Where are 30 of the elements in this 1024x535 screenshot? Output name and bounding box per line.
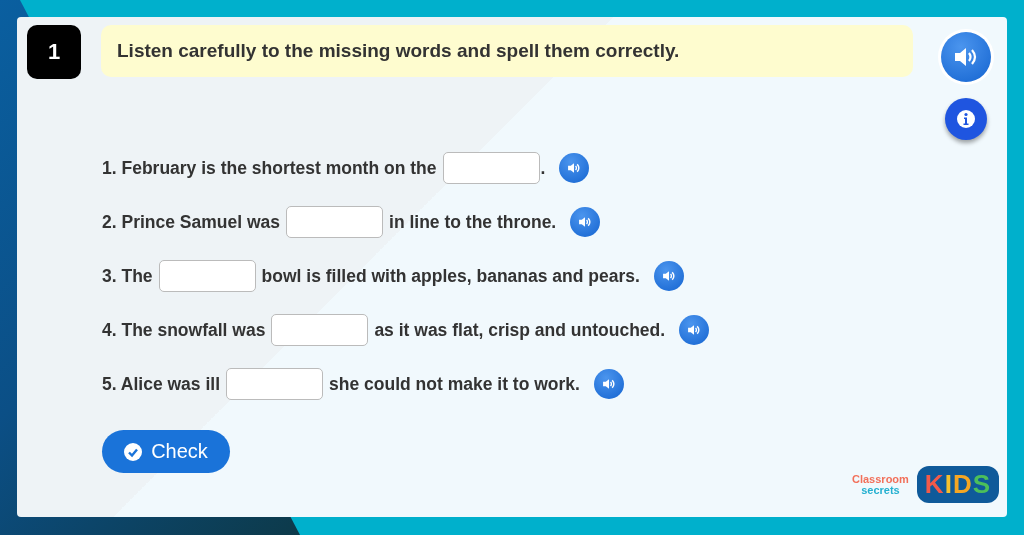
- speaker-button[interactable]: [593, 369, 624, 399]
- speaker-button[interactable]: [653, 261, 684, 291]
- speaker-button[interactable]: [570, 207, 601, 237]
- sentence-text: as it was flat, crisp and untouched.: [374, 319, 666, 341]
- logo-wordmark: Classroom secrets: [852, 473, 909, 496]
- sentence-text: in line to the throne.: [389, 211, 557, 233]
- logo-badge: KIDS: [916, 466, 999, 503]
- sentence-text: .: [540, 157, 546, 179]
- question-number: 1: [27, 25, 81, 79]
- sentence-text: 3. The: [102, 265, 153, 287]
- speaker-icon: [567, 162, 582, 174]
- sentence-text: 2. Prince Samuel was: [102, 211, 280, 233]
- speaker-button[interactable]: [941, 32, 991, 82]
- sentence-text: bowl is filled with apples, bananas and pears.: [261, 265, 640, 287]
- sentence-text: 1. February is the shortest month on the: [102, 157, 437, 179]
- speaker-icon: [953, 46, 979, 68]
- speaker-icon: [601, 378, 616, 390]
- sentence-text: 5. Alice was ill: [102, 373, 221, 395]
- speaker-icon: [687, 324, 702, 336]
- speaker-button[interactable]: [679, 315, 710, 345]
- speaker-icon: [661, 270, 676, 282]
- speaker-icon: [578, 216, 593, 228]
- check-icon: [124, 442, 143, 461]
- instruction-text: Listen carefully to the missing words and spell them correctly.: [101, 25, 913, 77]
- check-button[interactable]: Check: [102, 430, 230, 473]
- sentence-text: she could not make it to work.: [329, 373, 580, 395]
- sentence-text: 4. The snowfall was: [102, 319, 266, 341]
- info-icon: [956, 109, 976, 129]
- speaker-button[interactable]: [559, 153, 590, 183]
- info-button[interactable]: [945, 98, 987, 140]
